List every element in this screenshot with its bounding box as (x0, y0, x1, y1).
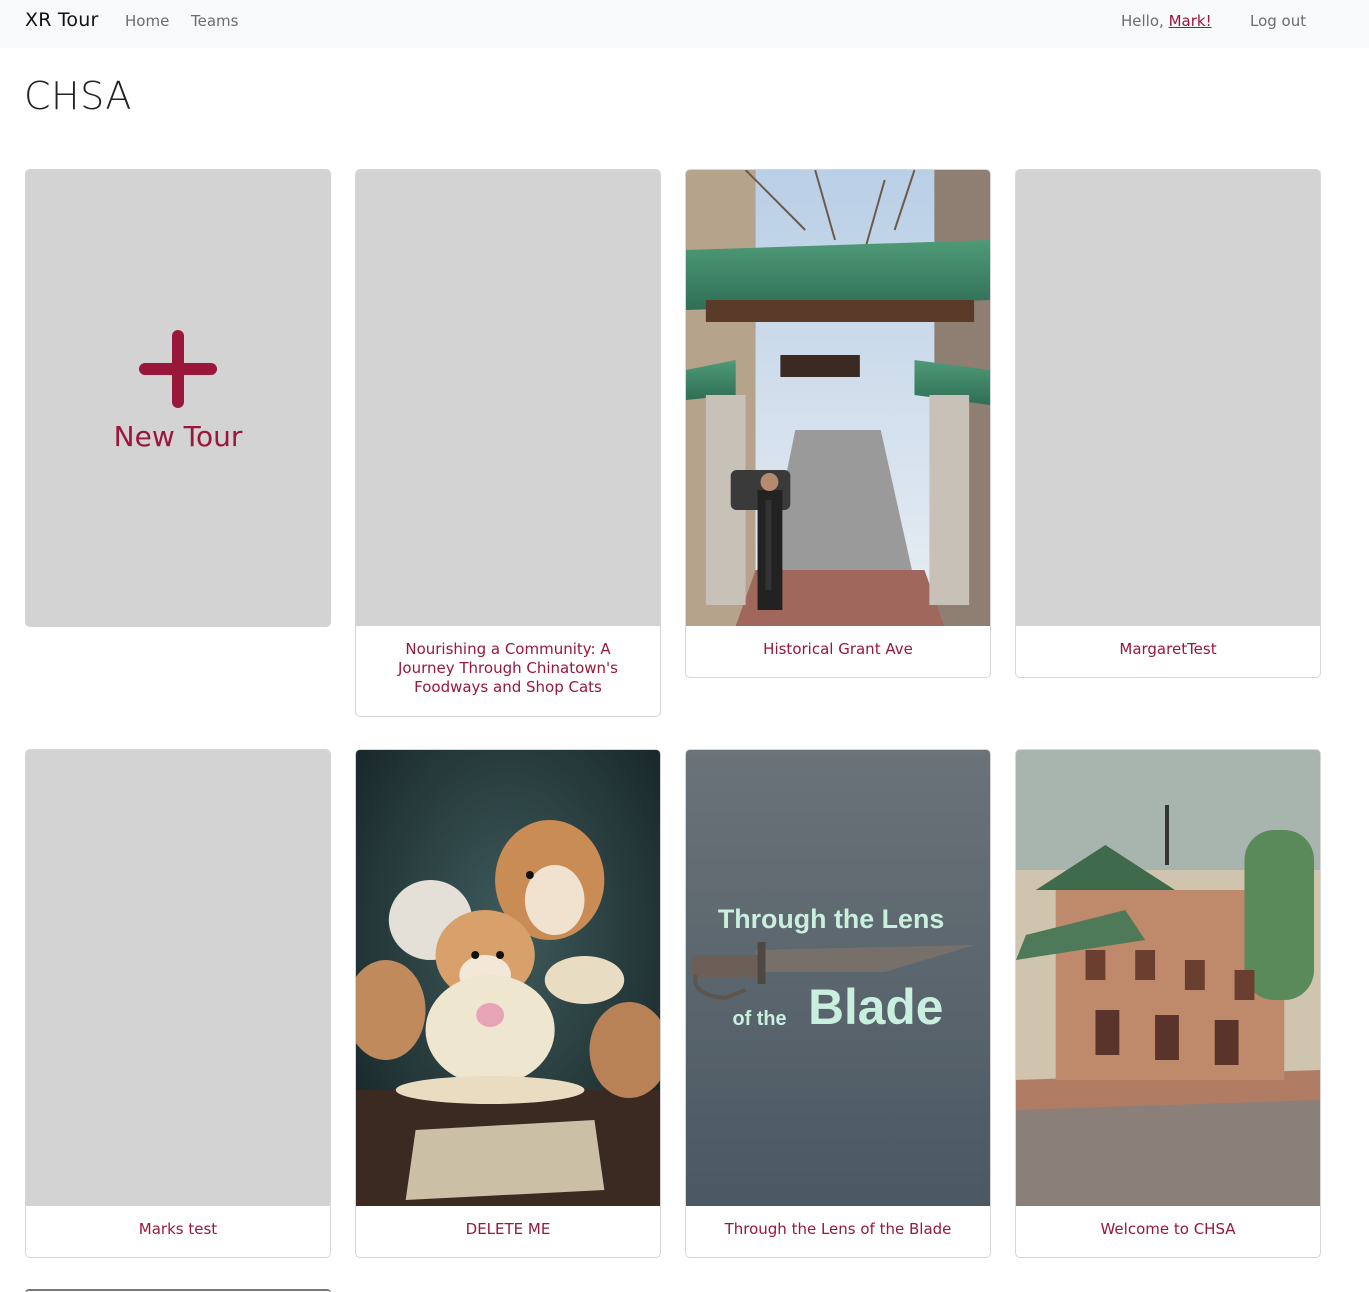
poster-line1: Through the Lens (718, 904, 944, 934)
new-tour-label: New Tour (113, 420, 243, 453)
blade-poster: Through the Lens of the Blade (686, 750, 990, 1206)
tour-card[interactable]: Historical Grant Ave (685, 169, 991, 678)
chinatown-gate-photo (686, 170, 990, 626)
tour-title: Historical Grant Ave (763, 640, 913, 658)
tour-thumbnail-placeholder (26, 750, 330, 1206)
page-title: CHSA (24, 74, 132, 118)
tour-thumbnail-placeholder (1016, 170, 1320, 626)
tour-title: Welcome to CHSA (1100, 1220, 1236, 1238)
nav-home-link[interactable]: Home (125, 12, 169, 30)
tour-title: Nourishing a Community: A Journey Throug… (398, 640, 618, 696)
tour-title: Through the Lens of the Blade (724, 1220, 952, 1238)
hamsters-tea-party-illustration (356, 750, 660, 1206)
tour-card[interactable]: MargaretTest (1015, 169, 1321, 678)
top-navbar: XR Tour Home Teams Hello, Mark! Log out (0, 0, 1369, 48)
tour-card[interactable]: Marks test (25, 749, 331, 1258)
brand-link[interactable]: XR Tour (25, 9, 99, 31)
logout-link[interactable]: Log out (1250, 12, 1306, 30)
poster-line2: of the (732, 1008, 786, 1030)
greeting: Hello, Mark! (1121, 12, 1212, 30)
user-profile-link[interactable]: Mark! (1169, 12, 1212, 30)
tour-title: DELETE ME (465, 1220, 551, 1238)
tour-card[interactable]: DELETE ME (355, 749, 661, 1258)
new-tour-card[interactable]: New Tour (25, 169, 331, 627)
tour-title: Marks test (138, 1220, 218, 1238)
tour-card[interactable]: Nourishing a Community: A Journey Throug… (355, 169, 661, 717)
plus-icon (139, 330, 217, 408)
poster-line3: Blade (808, 979, 943, 1035)
tour-card[interactable]: Through the Lens of the Blade Through th… (685, 749, 991, 1258)
tour-card[interactable]: Welcome to CHSA (1015, 749, 1321, 1258)
greeting-text: Hello, (1121, 12, 1164, 30)
nav-teams-link[interactable]: Teams (191, 12, 238, 30)
watercolor-building-painting (1016, 750, 1320, 1206)
tour-thumbnail-placeholder (356, 170, 660, 626)
tour-title: MargaretTest (1119, 640, 1217, 658)
